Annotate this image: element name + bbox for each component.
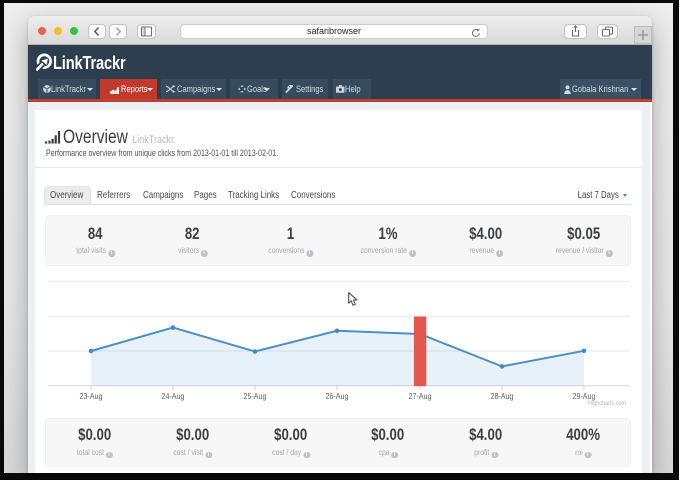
svg-text:25-Aug: 25-Aug xyxy=(244,391,267,401)
svg-text:23-Aug: 23-Aug xyxy=(80,391,103,401)
svg-text:27-Aug: 27-Aug xyxy=(409,391,432,401)
svg-text:28-Aug: 28-Aug xyxy=(491,391,514,401)
svg-text:Highcharts.com: Highcharts.com xyxy=(588,400,626,407)
svg-text:26-Aug: 26-Aug xyxy=(326,391,349,401)
svg-text:24-Aug: 24-Aug xyxy=(162,391,185,401)
